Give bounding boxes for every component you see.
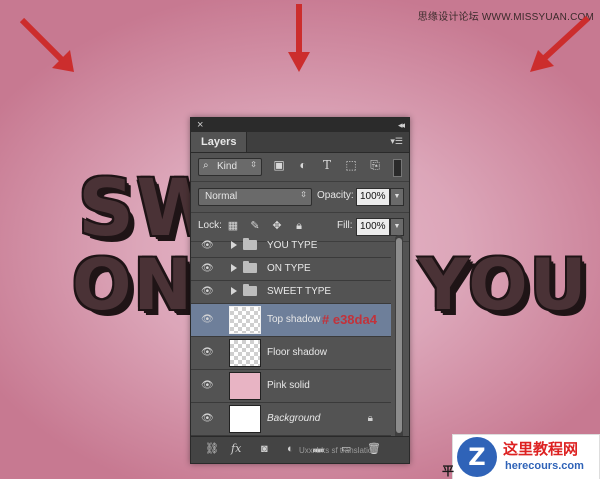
lock-transparent-icon[interactable]: ▦ [227,220,239,232]
add-mask-icon[interactable]: ◙ [261,443,268,455]
tab-layers[interactable]: Layers [191,132,248,152]
layer-name: Floor shadow [267,347,328,358]
you-text: YOU [418,244,589,326]
disclosure-triangle-icon[interactable] [231,241,237,249]
disclosure-triangle-icon[interactable] [231,287,237,295]
folder-icon [243,261,257,273]
layer-name: Pink solid [267,380,310,391]
panel-bottom-toolbar: ⛓︎ fx ◙ ◐ ▬ ▭ 🗑︎ Uxxxbks sf translation [191,436,409,463]
kind-label: Kind [217,161,238,172]
panel-titlebar[interactable]: × ◂◂ [191,118,409,132]
image-filter-icon[interactable]: ▣ [273,159,285,171]
lock-all-icon[interactable]: 🔒︎ [293,220,305,232]
eye-icon[interactable]: 👁︎ [201,315,214,325]
hex-annotation: # e38da4 [322,312,377,327]
on-text: ON [72,244,195,326]
artwork-canvas: 思缘设计论坛 WWW.MISSYUAN.COM SWEET ON YOU × ◂… [0,0,600,479]
corner-text: 平 [442,464,455,478]
lock-icon: 🔒︎ [367,413,373,424]
eye-icon[interactable]: 👁︎ [201,348,214,358]
logo-z-icon: Z [457,437,497,477]
smart-object-filter-icon[interactable]: ⎘ [369,159,381,171]
opacity-value: 100% [360,191,386,202]
bottom-caption: Uxxxbks sf translation [299,446,377,455]
layers-panel: × ◂◂ Layers ▾☰ ⌕ Kind ⇳ ▣ ◐ T ⬚ ⎘ Normal… [190,117,410,464]
filter-toggle[interactable] [393,159,402,177]
logo-english-text: herecours.com [505,460,584,472]
layer-name: Top shadow [267,314,321,325]
layer-row-on-type[interactable]: 👁︎ ON TYPE [191,258,391,281]
arrow-center-icon [288,4,310,72]
blend-row: Normal ⇳ Opacity: 100% ▼ [191,182,409,213]
layer-row-pink-solid[interactable]: 👁︎ Pink solid [191,370,391,403]
pink-fill-thumbnail [229,372,261,400]
fill-input[interactable]: 100% [356,218,390,236]
link-layers-icon[interactable]: ⛓︎ [205,443,219,455]
opacity-dropdown[interactable]: ▼ [390,188,404,206]
folder-icon [243,238,257,250]
layer-name: SWEET TYPE [267,286,332,297]
logo-chinese-text: 这里教程网 [503,441,579,458]
folder-icon [243,284,257,296]
white-thumbnail [229,405,261,433]
eye-icon[interactable]: 👁︎ [201,287,214,297]
blend-mode-value: Normal [205,191,238,202]
type-filter-icon[interactable]: T [321,159,333,171]
opacity-input[interactable]: 100% [356,188,390,206]
fx-icon[interactable]: fx [231,443,241,455]
blend-mode-select[interactable]: Normal ⇳ [198,188,312,206]
opacity-label: Opacity: [317,190,354,201]
lock-position-icon[interactable]: ✥ [271,220,283,232]
kind-filter-select[interactable]: ⌕ Kind ⇳ [198,158,262,176]
stepper-icon: ⇳ [250,160,257,169]
filter-row: ⌕ Kind ⇳ ▣ ◐ T ⬚ ⎘ [191,153,409,182]
arrow-left-icon [20,18,74,72]
lock-pixels-icon[interactable]: ✎ [249,220,261,232]
layer-row-sweet-type[interactable]: 👁︎ SWEET TYPE [191,281,391,304]
disclosure-triangle-icon[interactable] [231,264,237,272]
layer-name: ON TYPE [267,263,311,274]
eye-icon[interactable]: 👁︎ [201,414,214,424]
layer-name: Background [267,413,321,424]
panel-tab-row: Layers ▾☰ [191,132,409,153]
layers-list: 👁︎ YOU TYPE 👁︎ ON TYPE 👁︎ SWEET TYPE 👁︎ [191,235,391,440]
shape-filter-icon[interactable]: ⬚ [345,159,357,171]
layer-row-floor-shadow[interactable]: 👁︎ Floor shadow [191,337,391,370]
layer-thumbnail [229,339,261,367]
layer-row-you-type[interactable]: 👁︎ YOU TYPE [191,235,391,258]
layer-name: YOU TYPE [267,240,318,251]
adjustment-filter-icon[interactable]: ◐ [297,159,309,171]
stepper-icon: ⇳ [300,190,307,199]
adjustment-layer-icon[interactable]: ◐ [287,443,294,455]
site-logo: Z 这里教程网 herecours.com [452,434,600,479]
close-icon[interactable]: × [197,118,203,132]
eye-icon[interactable]: 👁︎ [201,264,214,274]
collapse-icon[interactable]: ◂◂ [398,118,405,132]
eye-icon[interactable]: 👁︎ [201,241,214,251]
layer-thumbnail [229,306,261,334]
fill-value: 100% [360,221,386,232]
eye-icon[interactable]: 👁︎ [201,381,214,391]
search-icon: ⌕ [203,160,209,171]
fill-dropdown[interactable]: ▼ [390,218,404,236]
arrow-right-icon [530,16,590,72]
layer-row-background[interactable]: 👁︎ Background 🔒︎ [191,403,391,436]
layers-scrollbar-thumb[interactable] [396,238,402,433]
panel-menu-icon[interactable]: ▾☰ [390,136,403,147]
